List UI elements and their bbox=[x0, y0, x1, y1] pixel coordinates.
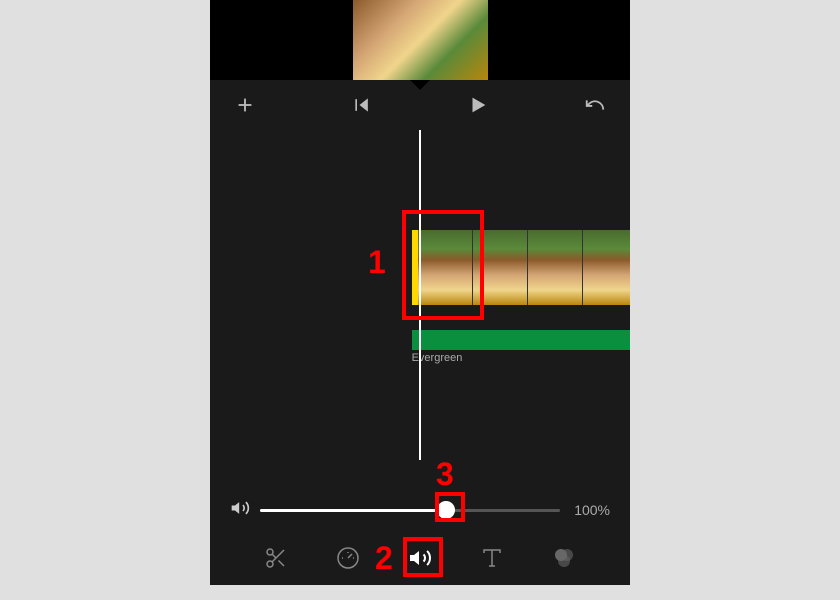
timeline[interactable]: Evergreen bbox=[210, 130, 630, 460]
clip-frame bbox=[473, 230, 528, 305]
audio-track[interactable] bbox=[412, 330, 630, 350]
video-clip[interactable] bbox=[412, 230, 630, 305]
play-button[interactable] bbox=[463, 90, 493, 120]
playhead[interactable] bbox=[419, 130, 421, 460]
cut-tool-button[interactable] bbox=[256, 538, 296, 578]
video-editor-screen: Evergreen 100% 1 2 3 bbox=[210, 0, 630, 585]
volume-tool-button[interactable] bbox=[400, 538, 440, 578]
volume-value: 100% bbox=[570, 502, 610, 518]
clip-frame bbox=[583, 230, 630, 305]
volume-slider[interactable] bbox=[260, 509, 560, 512]
skip-back-button[interactable] bbox=[347, 90, 377, 120]
speed-tool-button[interactable] bbox=[328, 538, 368, 578]
clip-frame bbox=[528, 230, 583, 305]
volume-panel: 100% bbox=[210, 490, 630, 530]
clip-frame bbox=[418, 230, 473, 305]
preview-thumbnail[interactable] bbox=[353, 0, 488, 80]
volume-thumb[interactable] bbox=[437, 501, 455, 519]
add-media-button[interactable] bbox=[230, 90, 260, 120]
preview-area bbox=[210, 0, 630, 80]
undo-button[interactable] bbox=[580, 90, 610, 120]
clip-frames bbox=[418, 230, 630, 305]
speaker-icon bbox=[230, 498, 250, 523]
filter-tool-button[interactable] bbox=[544, 538, 584, 578]
volume-fill bbox=[260, 509, 446, 512]
annotation-label-3: 3 bbox=[436, 456, 454, 493]
tool-bar bbox=[210, 530, 630, 585]
text-tool-button[interactable] bbox=[472, 538, 512, 578]
